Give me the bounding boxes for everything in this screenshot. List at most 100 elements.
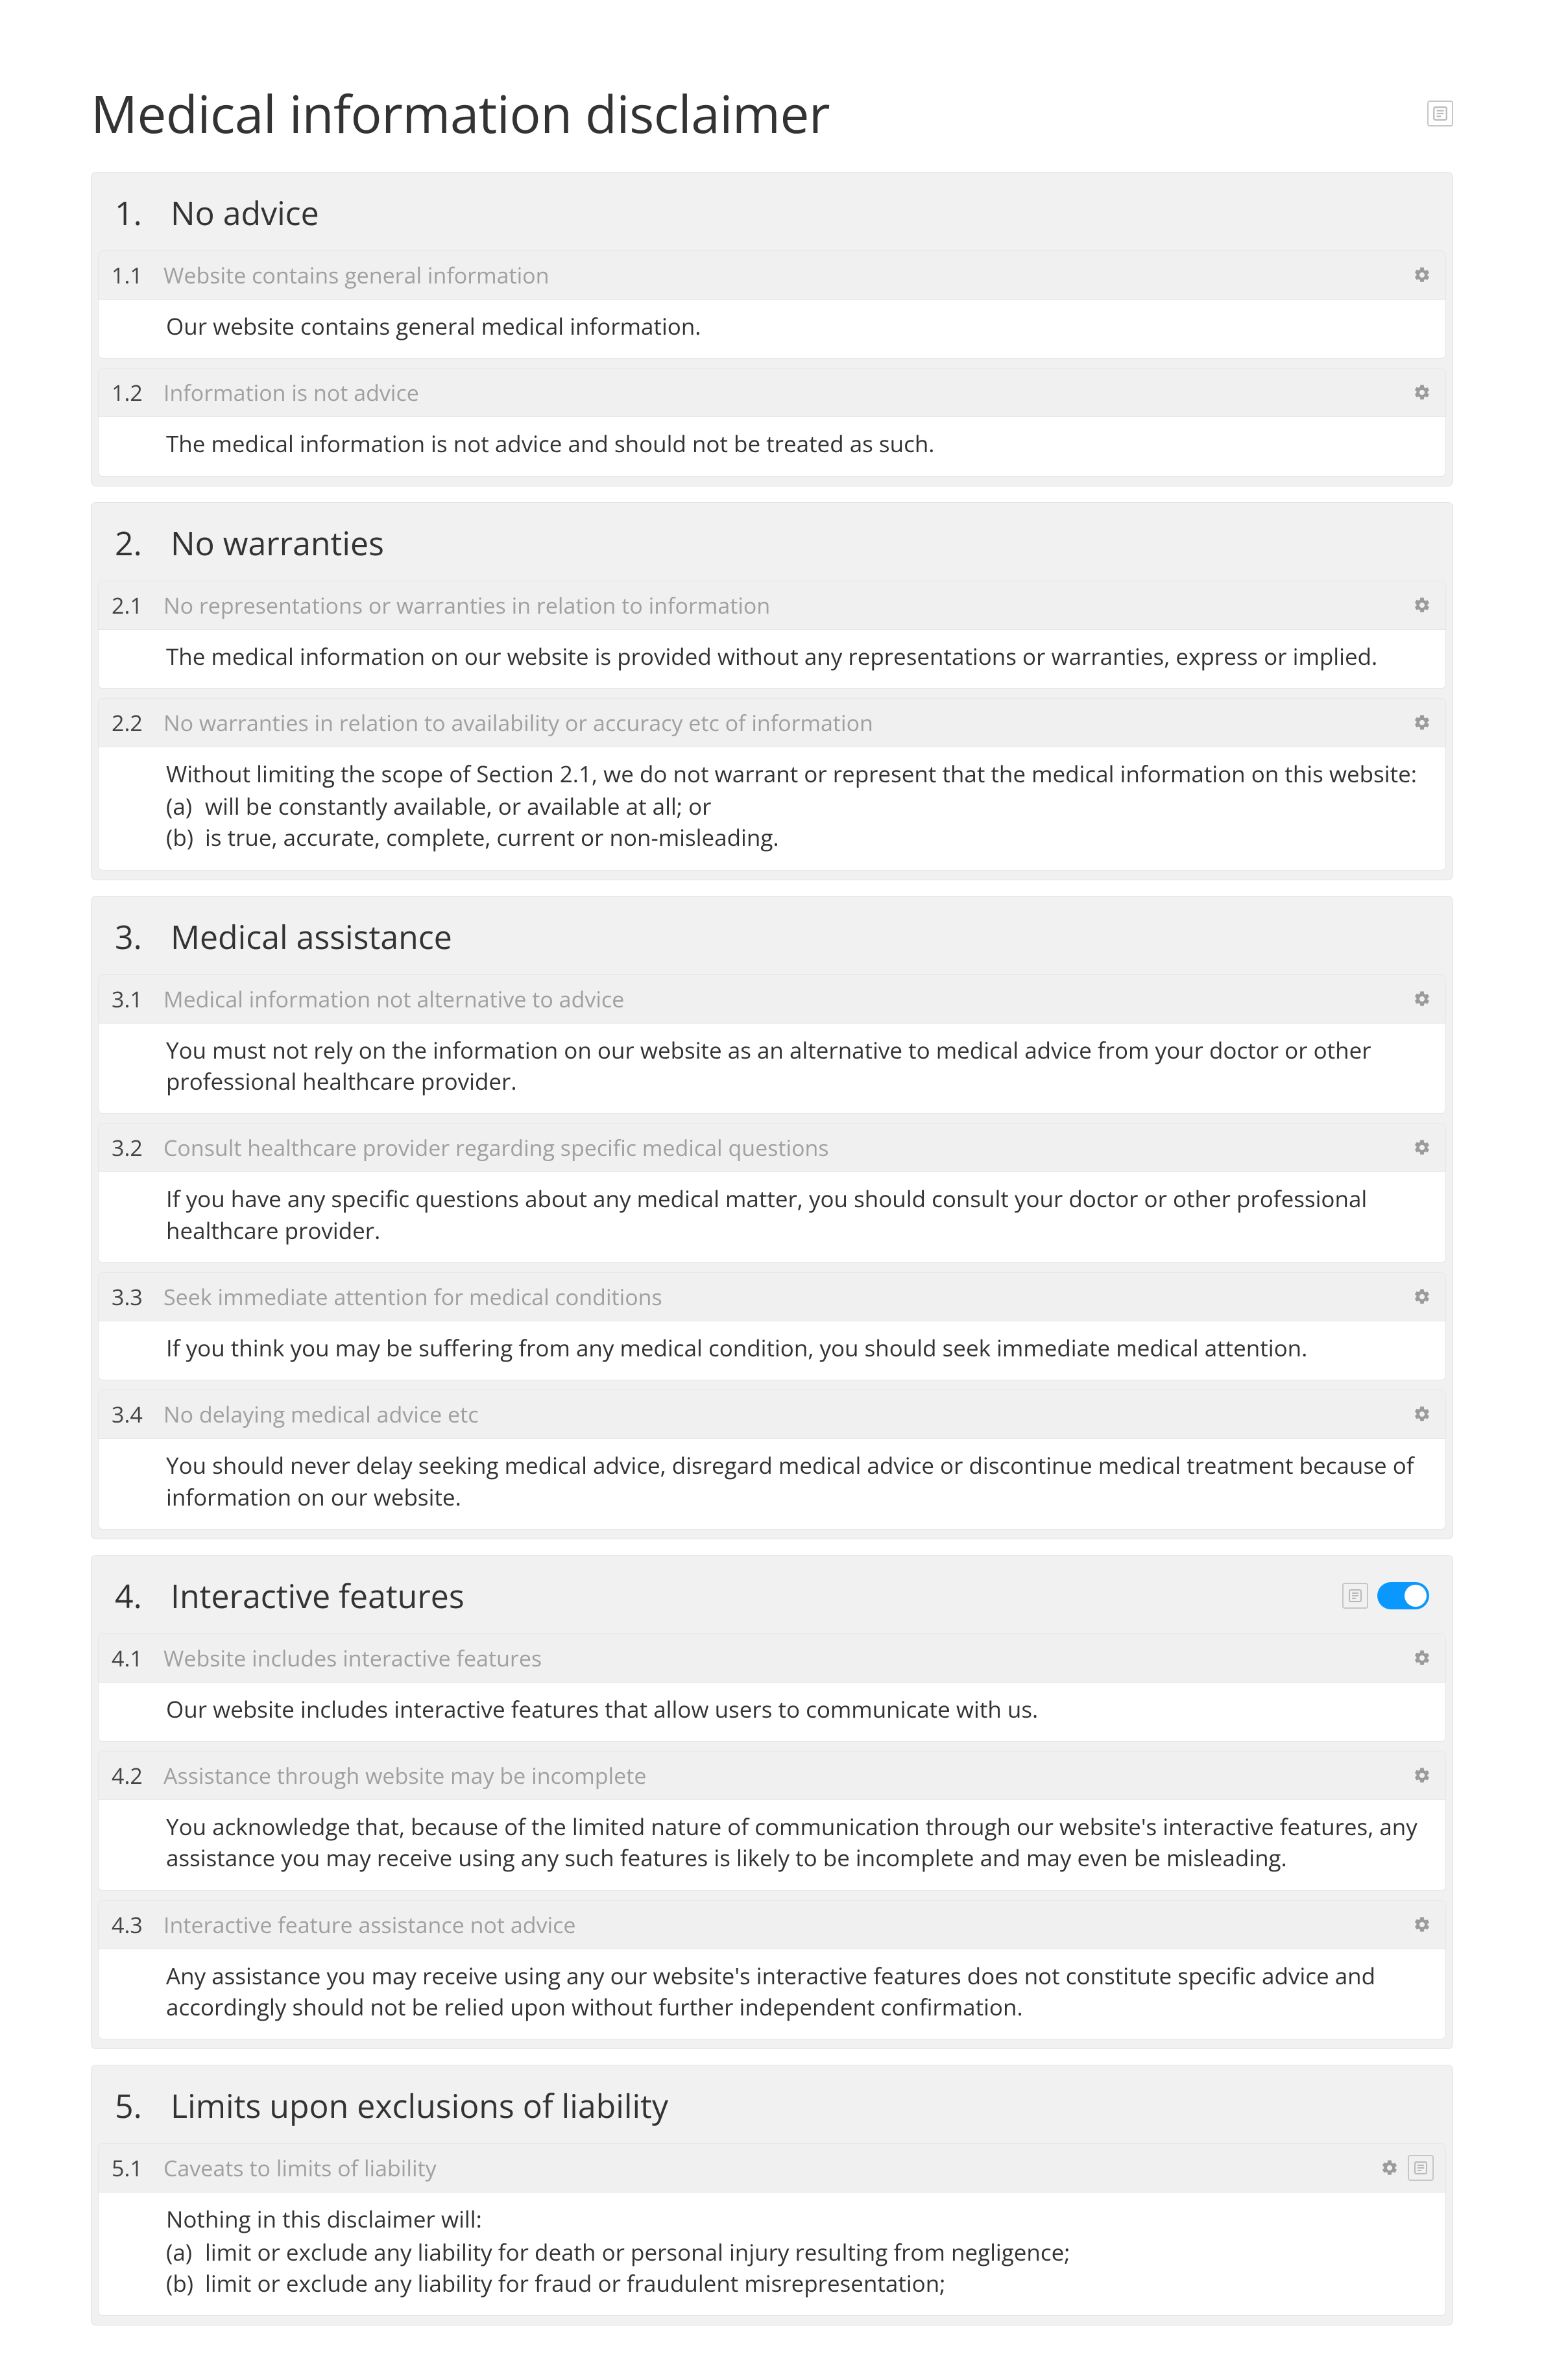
clause-header: 3.3Seek immediate attention for medical … (99, 1273, 1445, 1321)
clause-actions (1410, 1285, 1434, 1308)
clause-header: 2.2No warranties in relation to availabi… (99, 699, 1445, 747)
clause-body: You should never delay seeking medical a… (99, 1439, 1445, 1529)
clause-title: Assistance through website may be incomp… (163, 1761, 646, 1790)
gear-icon[interactable] (1410, 594, 1434, 617)
clause-title: No representations or warranties in rela… (163, 590, 770, 620)
clause-body-intro: Our website includes interactive feature… (166, 1694, 1430, 1725)
clause-actions (1378, 2155, 1434, 2181)
clause-actions (1410, 263, 1434, 287)
section-number: 4. (115, 1574, 171, 1618)
clause-header: 2.1No representations or warranties in r… (99, 581, 1445, 630)
clause-body: Without limiting the scope of Section 2.… (99, 747, 1445, 870)
section-title: No advice (171, 191, 319, 235)
clause-body-intro: You must not rely on the information on … (166, 1035, 1430, 1098)
clause-list: will be constantly available, or availab… (166, 791, 1430, 854)
gear-icon[interactable] (1410, 1136, 1434, 1159)
gear-icon[interactable] (1410, 1646, 1434, 1670)
gear-icon[interactable] (1410, 1764, 1434, 1787)
clause-number: 3.3 (110, 1282, 163, 1312)
clause-number: 1.2 (110, 378, 163, 407)
clause-actions (1410, 1136, 1434, 1159)
clause-number: 2.1 (110, 590, 163, 620)
section-title: No warranties (171, 521, 384, 565)
section-header: 3.Medical assistance (98, 902, 1446, 974)
clause-body-intro: The medical information on our website i… (166, 642, 1430, 673)
clause-body: Our website includes interactive feature… (99, 1683, 1445, 1741)
page-title: Medical information disclaimer (91, 78, 830, 149)
section: 1.No advice1.1Website contains general i… (91, 172, 1453, 487)
clause-title: No warranties in relation to availabilit… (163, 708, 873, 738)
gear-icon[interactable] (1410, 1285, 1434, 1308)
clause-list-item: will be constantly available, or availab… (166, 791, 1430, 823)
clause-header: 4.3Interactive feature assistance not ad… (99, 1901, 1445, 1949)
section-header: 4.Interactive features (98, 1561, 1446, 1633)
clause-body: The medical information is not advice an… (99, 417, 1445, 475)
document-notes-icon[interactable] (1427, 101, 1453, 126)
clause-number: 3.1 (110, 984, 163, 1014)
clause-body-intro: Nothing in this disclaimer will: (166, 2204, 1430, 2235)
clause-body: Our website contains general medical inf… (99, 300, 1445, 358)
clause: 3.4No delaying medical advice etcYou sho… (98, 1389, 1446, 1530)
clause: 3.2Consult healthcare provider regarding… (98, 1123, 1446, 1263)
clause-number: 2.2 (110, 708, 163, 738)
section-title: Medical assistance (171, 915, 452, 959)
section-number: 2. (115, 521, 171, 565)
section-title: Interactive features (171, 1574, 464, 1618)
section-controls (1342, 1582, 1429, 1609)
gear-icon[interactable] (1410, 1913, 1434, 1936)
section-header: 5.Limits upon exclusions of liability (98, 2071, 1446, 2143)
title-row: Medical information disclaimer (91, 78, 1453, 149)
clause: 2.1No representations or warranties in r… (98, 581, 1446, 689)
section-number: 5. (115, 2084, 171, 2128)
notes-icon[interactable] (1342, 1583, 1368, 1609)
section-toggle[interactable] (1377, 1582, 1429, 1609)
clause-title: Information is not advice (163, 378, 419, 407)
clause-header: 5.1Caveats to limits of liability (99, 2144, 1445, 2193)
clause-body-intro: Without limiting the scope of Section 2.… (166, 759, 1430, 790)
clause: 4.1Website includes interactive features… (98, 1633, 1446, 1742)
clause: 5.1Caveats to limits of liabilityNothing… (98, 2143, 1446, 2316)
section: 3.Medical assistance3.1Medical informati… (91, 896, 1453, 1539)
gear-icon[interactable] (1410, 711, 1434, 734)
clause-list: limit or exclude any liability for death… (166, 2237, 1430, 2300)
clause-actions (1410, 1402, 1434, 1426)
clause-actions (1410, 1646, 1434, 1670)
clause-number: 4.1 (110, 1643, 163, 1673)
clause-actions (1410, 381, 1434, 404)
clause-body-intro: If you have any specific questions about… (166, 1184, 1430, 1247)
clause-header: 3.4No delaying medical advice etc (99, 1390, 1445, 1439)
clause-body: The medical information on our website i… (99, 630, 1445, 688)
clause: 3.1Medical information not alternative t… (98, 974, 1446, 1114)
clause-title: Caveats to limits of liability (163, 2153, 437, 2183)
clause-actions (1410, 1764, 1434, 1787)
clause-number: 4.3 (110, 1910, 163, 1940)
gear-icon[interactable] (1410, 381, 1434, 404)
clause-title: Medical information not alternative to a… (163, 984, 624, 1014)
clause-title: No delaying medical advice etc (163, 1399, 479, 1429)
section-header: 2.No warranties (98, 508, 1446, 581)
gear-icon[interactable] (1410, 987, 1434, 1011)
clause-header: 1.2Information is not advice (99, 368, 1445, 417)
clause: 1.2Information is not adviceThe medical … (98, 368, 1446, 476)
clause: 4.2Assistance through website may be inc… (98, 1751, 1446, 1891)
clause-body-intro: Any assistance you may receive using any… (166, 1961, 1430, 2024)
clause-body-intro: You acknowledge that, because of the lim… (166, 1812, 1430, 1875)
section: 5.Limits upon exclusions of liability5.1… (91, 2065, 1453, 2326)
gear-icon[interactable] (1410, 263, 1434, 287)
clause-header: 3.2Consult healthcare provider regarding… (99, 1124, 1445, 1172)
clause-number: 5.1 (110, 2153, 163, 2183)
clause-actions (1410, 987, 1434, 1011)
clause-body: Any assistance you may receive using any… (99, 1949, 1445, 2039)
clause-title: Website contains general information (163, 260, 549, 290)
clause: 1.1Website contains general informationO… (98, 250, 1446, 359)
section-header: 1.No advice (98, 178, 1446, 250)
gear-icon[interactable] (1378, 2156, 1401, 2180)
clause-actions (1410, 711, 1434, 734)
clause-body: Nothing in this disclaimer will:limit or… (99, 2193, 1445, 2315)
clause-actions (1410, 1913, 1434, 1936)
clause-header: 4.1Website includes interactive features (99, 1634, 1445, 1683)
gear-icon[interactable] (1410, 1402, 1434, 1426)
section: 4.Interactive features4.1Website include… (91, 1555, 1453, 2049)
notes-icon[interactable] (1408, 2155, 1434, 2181)
clause: 4.3Interactive feature assistance not ad… (98, 1900, 1446, 2040)
